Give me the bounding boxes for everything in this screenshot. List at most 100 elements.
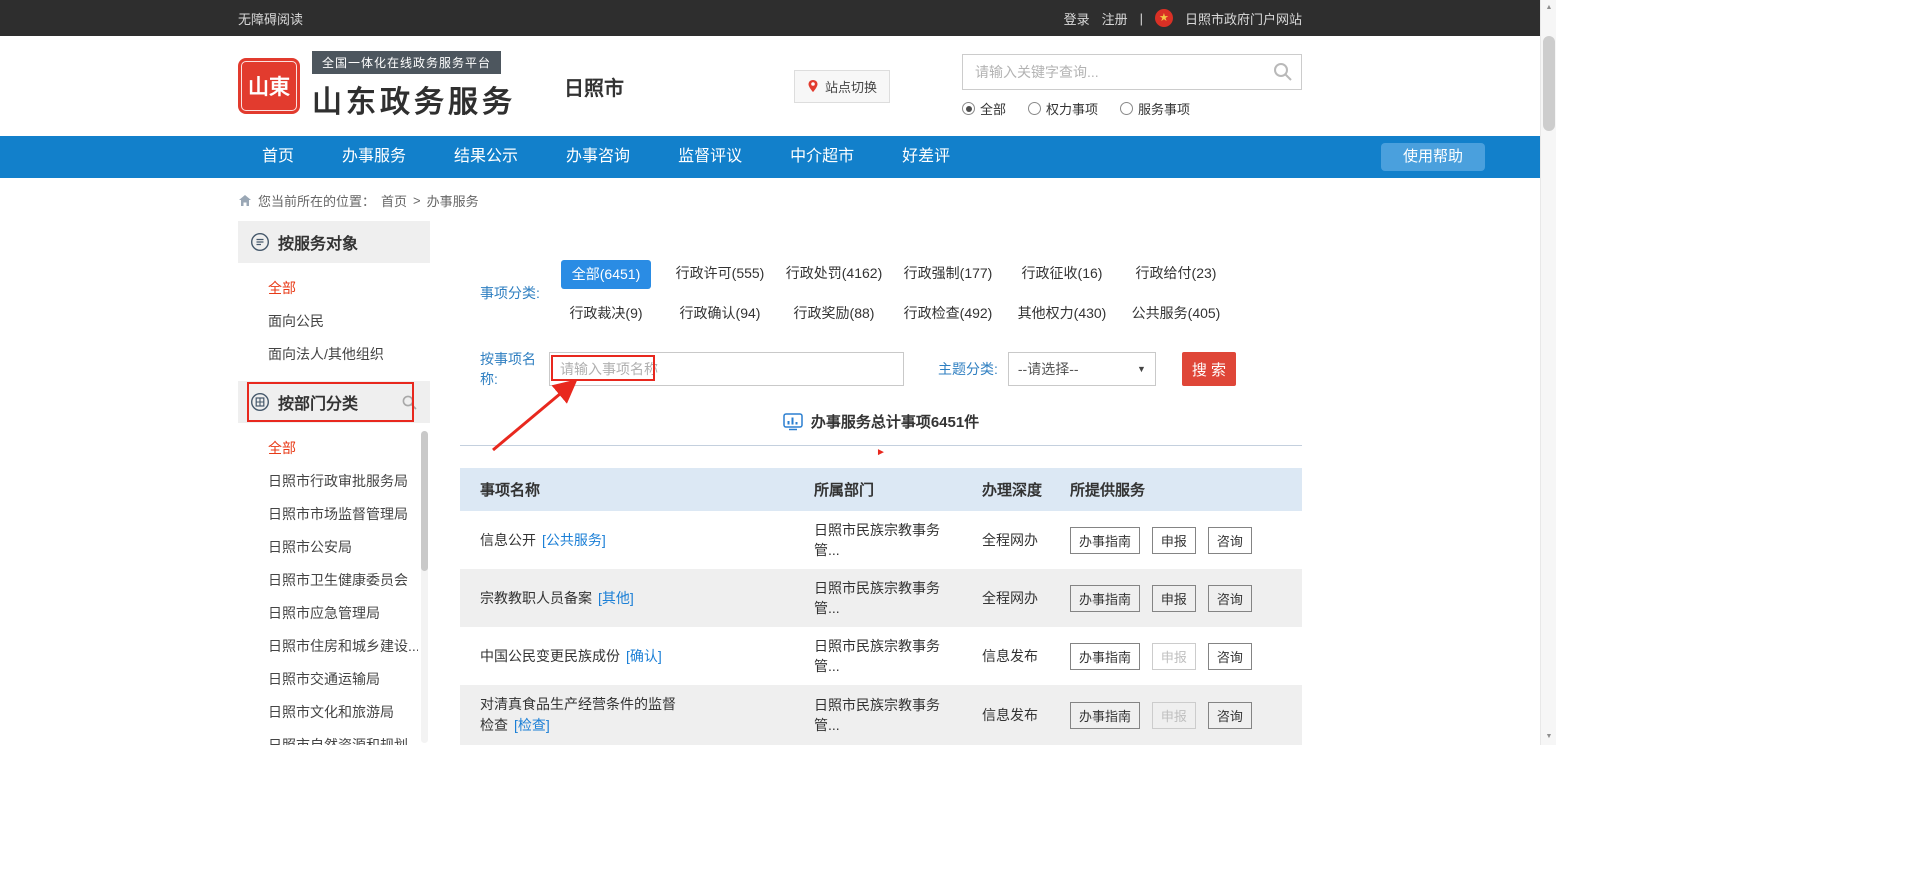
category-tab[interactable]: 行政给付(23)	[1119, 253, 1233, 293]
item-tag-link[interactable]: [公共服务]	[542, 532, 606, 548]
category-tab-all[interactable]: 全部(6451)	[549, 253, 663, 293]
table-row: 信息公开[公共服务] 日照市民族宗教事务管... 全程网办 办事指南 申报 咨询	[460, 511, 1302, 569]
sidebar-group-title: 按部门分类	[278, 390, 358, 414]
category-tab[interactable]: 行政奖励(88)	[777, 293, 891, 333]
nav-item-consult[interactable]: 办事咨询	[542, 136, 654, 178]
scroll-up-icon[interactable]: ▲	[1541, 0, 1556, 16]
category-tab[interactable]: 行政确认(94)	[663, 293, 777, 333]
sidebar-item-citizens[interactable]: 面向公民	[238, 305, 430, 338]
scrollbar-thumb[interactable]	[1543, 36, 1555, 131]
item-tag-link[interactable]: [检查]	[514, 717, 550, 733]
nav-item-supervision[interactable]: 监督评议	[654, 136, 766, 178]
portal-link[interactable]: 日照市政府门户网站	[1185, 9, 1302, 28]
sidebar-group-service-target[interactable]: 按服务对象	[238, 221, 430, 263]
category-tab[interactable]: 行政许可(555)	[663, 253, 777, 293]
sidebar-dept-item[interactable]: 日照市住房和城乡建设...	[238, 630, 418, 663]
scope-radio-power-items[interactable]: 权力事项	[1028, 99, 1098, 118]
register-link[interactable]: 注册	[1102, 9, 1128, 28]
department-list: 全部 日照市行政审批服务局 日照市市场监督管理局 日照市公安局 日照市卫生健康委…	[238, 423, 430, 745]
scope-radio-service-items[interactable]: 服务事项	[1120, 99, 1190, 118]
guide-button[interactable]: 办事指南	[1070, 527, 1140, 554]
browser-viewport: 无障碍阅读 登录 注册 | ★ 日照市政府门户网站 山東 全国一体化在线政务服务…	[0, 0, 1556, 745]
content-panel: 事项分类: 全部(6451) 行政许可(555) 行政处罚(4162) 行政强制…	[460, 221, 1302, 745]
login-link[interactable]: 登录	[1064, 9, 1090, 28]
nav-item-home[interactable]: 首页	[238, 136, 318, 178]
apply-button[interactable]: 申报	[1152, 527, 1196, 554]
item-tag-link[interactable]: [确认]	[626, 648, 662, 664]
consult-button[interactable]: 咨询	[1208, 527, 1252, 554]
sidebar-item-legal-persons[interactable]: 面向法人/其他组织	[238, 338, 430, 371]
item-tag-link[interactable]: [其他]	[598, 590, 634, 606]
sidebar-dept-item[interactable]: 日照市卫生健康委员会	[238, 564, 418, 597]
sidebar-dept-item[interactable]: 日照市公安局	[238, 531, 418, 564]
sidebar-dept-item[interactable]: 日照市行政审批服务局	[238, 465, 418, 498]
chevron-down-icon: ▼	[1137, 364, 1146, 374]
sidebar-scrollbar-thumb[interactable]	[421, 431, 428, 571]
breadcrumb-label: 您当前所在的位置：	[258, 191, 375, 210]
sidebar-dept-item[interactable]: 日照市交通运输局	[238, 663, 418, 696]
category-tab[interactable]: 行政检查(492)	[891, 293, 1005, 333]
national-emblem-icon: ★	[1155, 9, 1173, 27]
main-nav: 首页 办事服务 结果公示 办事咨询 监督评议 中介超市 好差评 使用帮助	[0, 136, 1540, 178]
sidebar-dept-item[interactable]: 日照市自然资源和规划...	[238, 729, 418, 745]
consult-button[interactable]: 咨询	[1208, 585, 1252, 612]
category-tab-active-pill: 全部(6451)	[561, 260, 651, 289]
item-name[interactable]: 宗教教职人员备案	[480, 590, 592, 606]
site-header: 山東 全国一体化在线政务服务平台 山东政务服务 日照市 站点切换	[0, 36, 1540, 136]
accessibility-link[interactable]: 无障碍阅读	[238, 9, 303, 28]
item-name[interactable]: 信息公开	[480, 532, 536, 548]
nav-item-services[interactable]: 办事服务	[318, 136, 430, 178]
search-button[interactable]: 搜 索	[1182, 352, 1236, 386]
main-area: 按服务对象 全部 面向公民 面向法人/其他组织 按部门分类	[0, 217, 1540, 745]
sidebar-group-departments[interactable]: 按部门分类	[238, 381, 430, 423]
category-tab[interactable]: 行政征收(16)	[1005, 253, 1119, 293]
sidebar-dept-item[interactable]: 日照市文化和旅游局	[238, 696, 418, 729]
sidebar-group-title: 按服务对象	[278, 230, 358, 254]
item-name[interactable]: 对清真食品生产经营条件的监督检查	[480, 696, 676, 733]
filter-area: 事项分类: 全部(6451) 行政许可(555) 行政处罚(4162) 行政强制…	[460, 221, 1302, 389]
theme-select[interactable]: --请选择-- ▼	[1008, 352, 1156, 386]
brand-block[interactable]: 全国一体化在线政务服务平台 山东政务服务	[312, 51, 516, 121]
scope-radio-all[interactable]: 全部	[962, 99, 1006, 118]
sidebar-item-all-targets[interactable]: 全部	[238, 272, 430, 305]
category-tab[interactable]: 其他权力(430)	[1005, 293, 1119, 333]
sidebar-scrollbar[interactable]	[421, 431, 428, 743]
item-depth: 信息发布	[970, 627, 1058, 685]
sidebar-search-icon[interactable]	[401, 394, 418, 411]
browser-scrollbar[interactable]: ▲ ▼	[1540, 0, 1556, 745]
breadcrumb-home-link[interactable]: 首页	[381, 191, 407, 210]
topbar-separator: |	[1140, 11, 1143, 26]
keyword-search-input[interactable]	[962, 54, 1302, 90]
sidebar-dept-item[interactable]: 日照市市场监督管理局	[238, 498, 418, 531]
item-name[interactable]: 中国公民变更民族成份	[480, 648, 620, 664]
guide-button[interactable]: 办事指南	[1070, 702, 1140, 729]
city-name: 日照市	[564, 72, 624, 101]
category-tab[interactable]: 公共服务(405)	[1119, 293, 1233, 333]
category-tab[interactable]: 行政强制(177)	[891, 253, 1005, 293]
nav-item-rating[interactable]: 好差评	[878, 136, 974, 178]
summary-row: 办事服务总计事项6451件	[460, 411, 1302, 432]
nav-item-intermediary[interactable]: 中介超市	[766, 136, 878, 178]
guide-button[interactable]: 办事指南	[1070, 585, 1140, 612]
sidebar-dept-item[interactable]: 日照市应急管理局	[238, 597, 418, 630]
consult-button[interactable]: 咨询	[1208, 643, 1252, 670]
brand-title: 山东政务服务	[312, 77, 516, 121]
category-tab[interactable]: 行政裁决(9)	[549, 293, 663, 333]
column-header-item-name: 事项名称	[460, 468, 802, 511]
keyword-search-block: 全部 权力事项 服务事项	[962, 54, 1302, 118]
category-tab[interactable]: 行政处罚(4162)	[777, 253, 891, 293]
service-target-icon	[250, 232, 270, 252]
consult-button[interactable]: 咨询	[1208, 702, 1252, 729]
guide-button[interactable]: 办事指南	[1070, 643, 1140, 670]
item-name-input[interactable]	[549, 352, 904, 386]
brand-seal-logo[interactable]: 山東	[238, 58, 300, 114]
theme-select-value: --请选择--	[1018, 359, 1079, 379]
help-button[interactable]: 使用帮助	[1381, 143, 1485, 171]
site-switch-button[interactable]: 站点切换	[794, 70, 890, 103]
scope-radio-label: 全部	[980, 99, 1006, 118]
sidebar-dept-item-all[interactable]: 全部	[238, 432, 418, 465]
search-icon[interactable]	[1272, 61, 1294, 83]
apply-button[interactable]: 申报	[1152, 585, 1196, 612]
scroll-down-icon[interactable]: ▼	[1541, 729, 1556, 745]
nav-item-results[interactable]: 结果公示	[430, 136, 542, 178]
